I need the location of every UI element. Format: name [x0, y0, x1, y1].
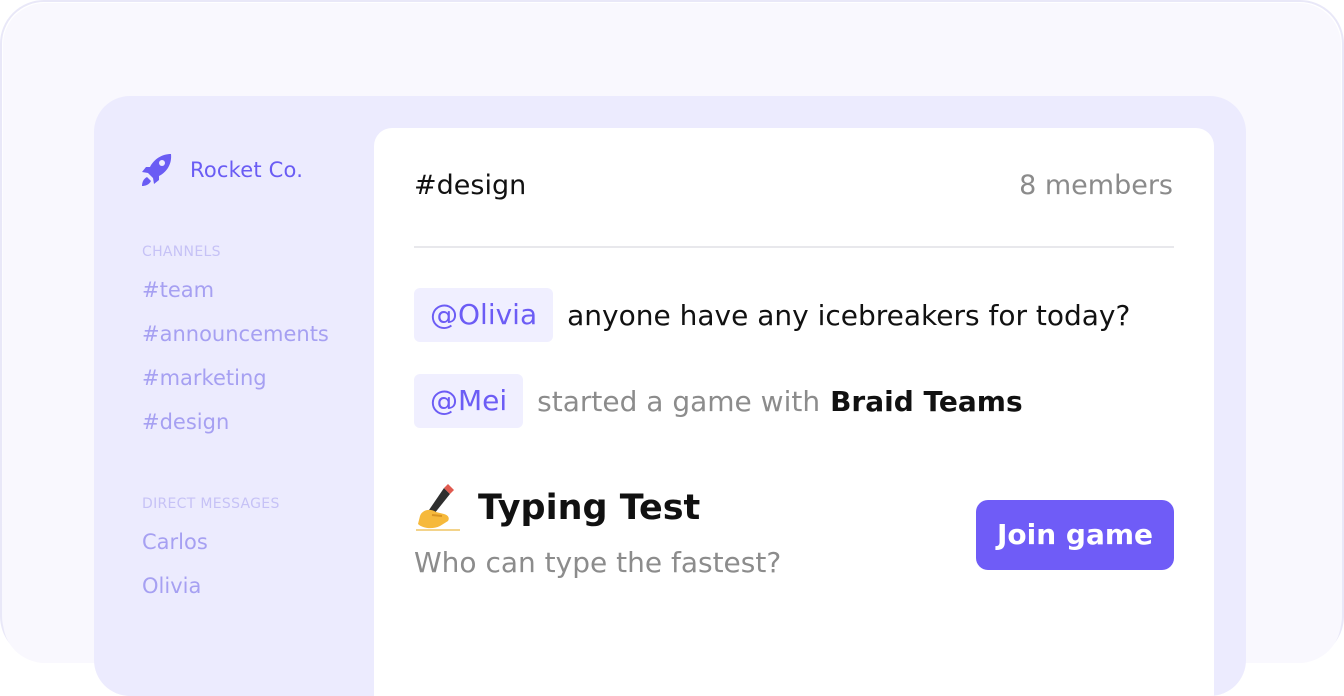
sidebar-dm-olivia[interactable]: Olivia: [142, 574, 201, 598]
sidebar-channel-team[interactable]: #team: [142, 278, 214, 302]
game-card-header: Typing Test: [414, 484, 700, 532]
app-name: Braid Teams: [830, 384, 1023, 418]
join-game-button[interactable]: Join game: [976, 500, 1174, 570]
direct-messages-section-label: DIRECT MESSAGES: [142, 496, 280, 512]
game-title: Typing Test: [478, 488, 701, 528]
rocket-icon: [142, 154, 172, 186]
user-mention-olivia[interactable]: @Olivia: [414, 288, 554, 342]
game-subtitle: Who can type the fastest?: [414, 546, 782, 579]
message-text: anyone have any icebreakers for today?: [567, 298, 1131, 332]
header-divider: [414, 246, 1174, 248]
sidebar-channel-marketing[interactable]: #marketing: [142, 366, 267, 390]
message-olivia: @Olivia anyone have any icebreakers for …: [414, 288, 1130, 342]
channel-panel: #design 8 members @Olivia anyone have an…: [374, 128, 1214, 696]
member-count[interactable]: 8 members: [1019, 170, 1173, 201]
chat-app-window: Rocket Co. CHANNELS #team #announcements…: [94, 96, 1246, 696]
sidebar-dm-carlos[interactable]: Carlos: [142, 530, 208, 554]
sidebar-channel-announcements[interactable]: #announcements: [142, 322, 329, 346]
channels-section-label: CHANNELS: [142, 244, 221, 260]
workspace-name: Rocket Co.: [190, 158, 304, 182]
channel-title: #design: [414, 170, 527, 201]
message-mei: @Mei started a game with Braid Teams: [414, 374, 1023, 428]
writing-hand-icon: [416, 484, 460, 531]
sidebar: Rocket Co. CHANNELS #team #announcements…: [94, 96, 374, 696]
sidebar-channel-design[interactable]: #design: [142, 410, 229, 434]
workspace-brand[interactable]: Rocket Co.: [140, 152, 303, 188]
user-mention-mei[interactable]: @Mei: [414, 374, 524, 428]
message-text: started a game with: [537, 384, 821, 418]
